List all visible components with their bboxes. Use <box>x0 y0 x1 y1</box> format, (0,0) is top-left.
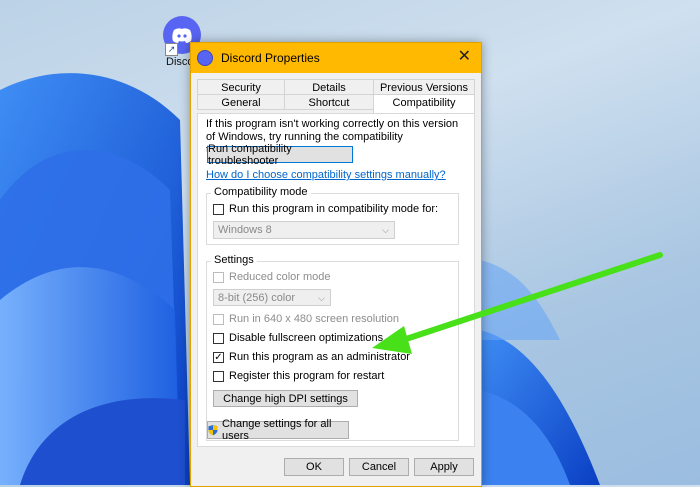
run-as-admin-label: Run this program as an administrator <box>229 351 410 363</box>
os-version-value: Windows 8 <box>218 224 272 236</box>
compat-mode-checkbox[interactable] <box>213 203 224 215</box>
disable-fullscreen-label: Disable fullscreen optimizations <box>229 332 384 344</box>
window-title: Discord Properties <box>221 51 320 65</box>
group-title: Compatibility mode <box>211 186 311 198</box>
discord-icon <box>197 50 213 66</box>
tab-previous-versions[interactable]: Previous Versions <box>373 79 475 95</box>
shortcut-arrow-icon: ↗ <box>165 43 178 56</box>
compatibility-panel: If this program isn't working correctly … <box>197 113 475 447</box>
chevron-down-icon: ⌵ <box>382 225 389 235</box>
title-bar[interactable]: Discord Properties ✕ <box>191 43 481 73</box>
run-troubleshooter-button[interactable]: Run compatibility troubleshooter <box>207 143 353 167</box>
chevron-down-icon: ⌵ <box>318 293 325 303</box>
reduced-color-label: Reduced color mode <box>229 271 331 283</box>
change-all-users-label: Change settings for all users <box>221 418 332 442</box>
group-title: Settings <box>211 254 257 266</box>
res-640-label: Run in 640 x 480 screen resolution <box>229 313 399 325</box>
apply-button[interactable]: Apply <box>414 458 474 476</box>
color-depth-select: 8-bit (256) color ⌵ <box>213 289 331 306</box>
disable-fullscreen-checkbox[interactable] <box>213 332 224 344</box>
manual-settings-link[interactable]: How do I choose compatibility settings m… <box>206 169 446 181</box>
change-dpi-button[interactable]: Change high DPI settings <box>213 390 358 407</box>
os-version-select[interactable]: Windows 8 ⌵ <box>213 221 395 239</box>
tab-compatibility[interactable]: Compatibility <box>373 94 475 113</box>
res-640-checkbox <box>213 313 224 325</box>
compatibility-mode-group: Compatibility mode Run this program in c… <box>206 186 459 245</box>
tab-general[interactable]: General <box>197 94 285 110</box>
change-all-users-button[interactable]: Change settings for all users <box>207 418 349 442</box>
reduced-color-row: Reduced color mode <box>213 271 331 283</box>
tab-security[interactable]: Security <box>197 79 285 95</box>
close-button[interactable]: ✕ <box>458 49 471 65</box>
res-640-row: Run in 640 x 480 screen resolution <box>213 313 399 325</box>
settings-group: Settings Reduced color mode 8-bit (256) … <box>206 254 459 441</box>
tab-shortcut[interactable]: Shortcut <box>284 94 374 110</box>
tab-details[interactable]: Details <box>284 79 374 95</box>
register-restart-row[interactable]: Register this program for restart <box>213 370 384 382</box>
register-restart-label: Register this program for restart <box>229 370 385 382</box>
disable-fullscreen-row[interactable]: Disable fullscreen optimizations <box>213 332 383 344</box>
run-as-admin-checkbox[interactable]: ✓ <box>213 351 224 363</box>
ok-button[interactable]: OK <box>284 458 344 476</box>
run-as-admin-row[interactable]: ✓ Run this program as an administrator <box>213 351 410 363</box>
color-depth-value: 8-bit (256) color <box>218 291 296 304</box>
compat-mode-checkbox-row[interactable]: Run this program in compatibility mode f… <box>213 203 438 215</box>
properties-dialog: Discord Properties ✕ Security Details Pr… <box>190 42 482 487</box>
cancel-button[interactable]: Cancel <box>349 458 409 476</box>
compat-mode-label: Run this program in compatibility mode f… <box>229 203 439 215</box>
uac-shield-icon <box>208 425 218 436</box>
tab-strip: Security Details Previous Versions Gener… <box>197 79 475 115</box>
reduced-color-checkbox <box>213 271 224 283</box>
register-restart-checkbox[interactable] <box>213 370 224 382</box>
